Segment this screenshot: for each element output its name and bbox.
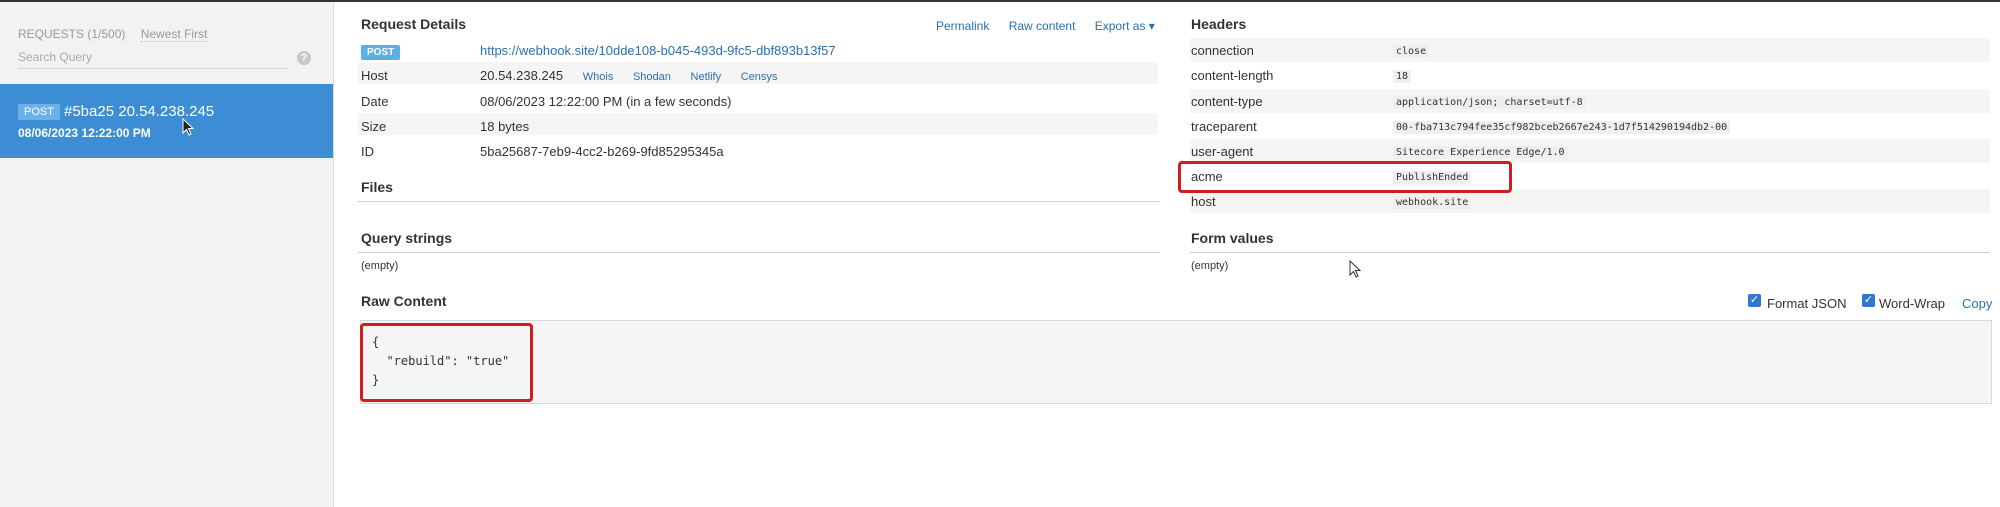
word-wrap-checkbox[interactable]: ✓ <box>1862 294 1875 307</box>
date-value: 08/06/2023 12:22:00 PM (in a few seconds… <box>480 94 732 109</box>
header-key: connection <box>1191 43 1254 58</box>
censys-link[interactable]: Censys <box>741 71 778 83</box>
header-row-bg <box>1190 38 1990 62</box>
files-title: Files <box>361 179 393 195</box>
query-strings-title: Query strings <box>361 230 453 246</box>
netlify-link[interactable]: Netlify <box>691 71 722 83</box>
id-value: 5ba25687-7eb9-4cc2-b269-9fd85295345a <box>480 144 724 159</box>
header-value: application/json; charset=utf-8 <box>1393 96 1586 109</box>
size-label: Size <box>361 119 387 134</box>
request-list-item[interactable]: POST #5ba25 20.54.238.245 08/06/2023 12:… <box>0 84 333 158</box>
raw-json-highlight <box>360 323 533 402</box>
method-badge: POST <box>18 104 60 120</box>
size-value: 18 bytes <box>480 119 530 134</box>
form-values-value: (empty) <box>1191 260 1229 272</box>
files-divider <box>358 201 1160 202</box>
whois-link[interactable]: Whois <box>583 71 614 83</box>
header-value: webhook.site <box>1393 196 1472 209</box>
host-value: 20.54.238.245 <box>480 68 564 83</box>
details-actions: Permalink Raw content Export as ▾ <box>920 19 1155 33</box>
details-row-bg <box>358 113 1158 135</box>
host-value-group: 20.54.238.245 Whois Shodan Netlify Censy… <box>480 68 777 83</box>
header-key: traceparent <box>1191 119 1257 134</box>
export-as-dropdown[interactable]: Export as ▾ <box>1095 19 1155 33</box>
headers-title: Headers <box>1191 16 1247 32</box>
raw-content-link[interactable]: Raw content <box>1009 19 1076 33</box>
header-row-bg <box>1190 139 1990 163</box>
host-label: Host <box>361 68 388 83</box>
help-icon[interactable]: ? <box>297 51 311 65</box>
raw-content-title: Raw Content <box>361 293 447 309</box>
format-json-label: Format JSON <box>1767 296 1847 311</box>
header-value: 00-fba713c794fee35cf982bceb2667e243-1d7f… <box>1393 121 1731 134</box>
header-key: content-type <box>1191 94 1263 109</box>
header-value: Sitecore Experience Edge/1.0 <box>1393 146 1568 159</box>
permalink-link[interactable]: Permalink <box>936 19 989 33</box>
shodan-link[interactable]: Shodan <box>633 71 671 83</box>
date-label: Date <box>361 94 389 109</box>
word-wrap-label: Word-Wrap <box>1879 296 1945 311</box>
request-datetime: 08/06/2023 12:22:00 PM <box>18 126 151 140</box>
method-badge: POST <box>361 45 401 60</box>
query-divider <box>358 252 1160 253</box>
query-strings-value: (empty) <box>361 260 399 272</box>
form-divider <box>1190 252 1990 253</box>
format-json-checkbox[interactable]: ✓ <box>1748 294 1761 307</box>
header-row-bg <box>1190 89 1990 113</box>
search-input[interactable]: Search Query <box>18 50 288 69</box>
header-value: close <box>1393 45 1430 58</box>
raw-content-box <box>360 320 1992 404</box>
request-details-title: Request Details <box>361 16 467 32</box>
header-value: 18 <box>1393 70 1412 83</box>
header-key: content-length <box>1191 68 1274 83</box>
mouse-cursor-icon <box>1349 260 1361 278</box>
acme-header-highlight <box>1178 161 1512 193</box>
requests-count: REQUESTS (1/500) <box>18 27 126 41</box>
sort-toggle[interactable]: Newest First <box>140 27 208 42</box>
form-values-title: Form values <box>1191 230 1274 246</box>
header-key: host <box>1191 194 1216 209</box>
requests-sidebar: REQUESTS (1/500) Newest First Search Que… <box>0 2 334 507</box>
requests-header: REQUESTS (1/500) Newest First <box>18 27 208 42</box>
mouse-cursor-icon <box>182 118 194 136</box>
id-label: ID <box>361 144 374 159</box>
request-url[interactable]: https://webhook.site/10dde108-b045-493d-… <box>480 43 836 58</box>
header-key: user-agent <box>1191 144 1254 159</box>
copy-link[interactable]: Copy <box>1962 296 1992 311</box>
